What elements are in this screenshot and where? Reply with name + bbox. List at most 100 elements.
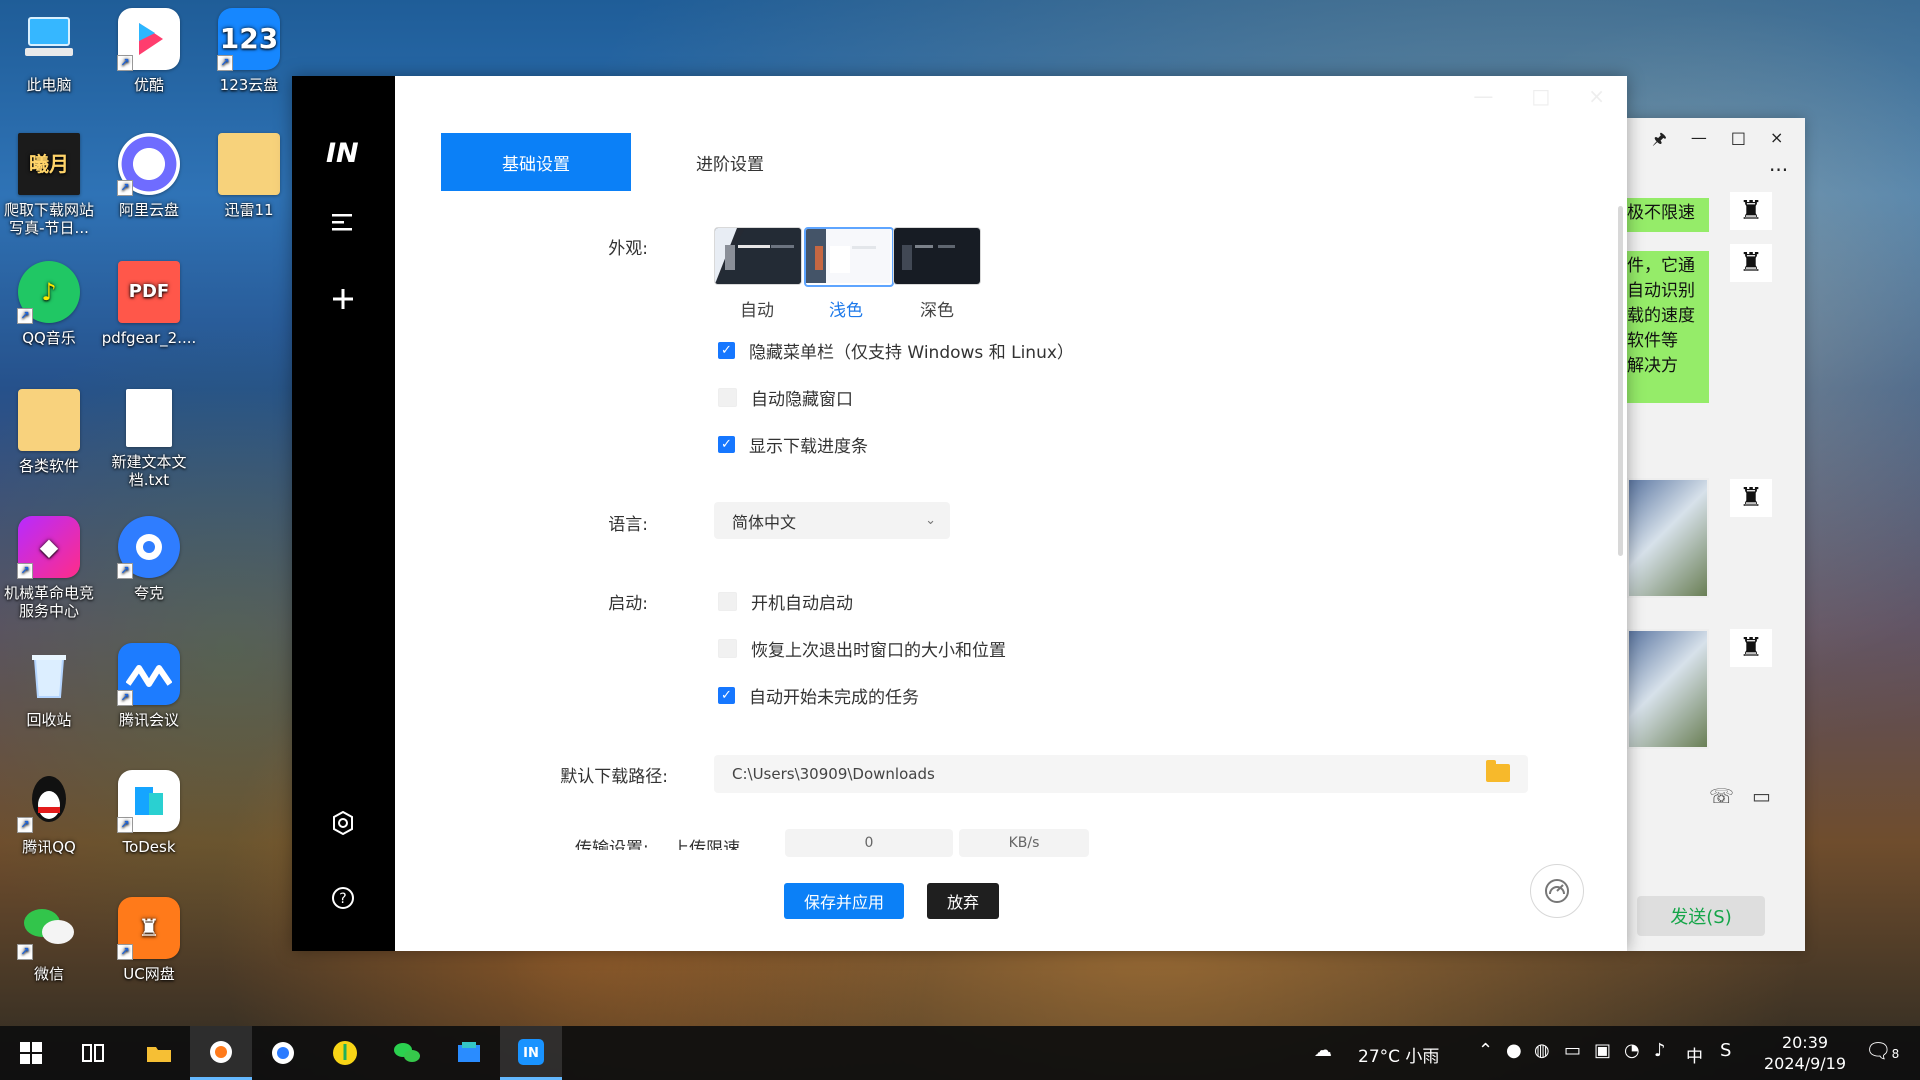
taskbar-clock[interactable]: 20:39 2024/9/19 xyxy=(1764,1032,1846,1074)
settings-content: — □ × 基础设置 进阶设置 外观: 自动 浅色 深色 ✓ 隐藏菜单栏（仅支持… xyxy=(395,76,1627,951)
checkbox-checked-icon[interactable]: ✓ xyxy=(718,436,735,453)
help-icon[interactable]: ? xyxy=(326,881,360,915)
maximize-icon[interactable]: □ xyxy=(1531,84,1550,108)
chat-image-thumbnail[interactable] xyxy=(1627,478,1709,598)
theme-dark-card[interactable] xyxy=(893,227,981,285)
desktop-icon-new-text[interactable]: 新建文本文档.txt xyxy=(97,389,201,489)
auto-hide-window-option[interactable]: 自动隐藏窗口 xyxy=(718,385,853,410)
desktop-icon-software[interactable]: 各类软件 xyxy=(0,389,101,475)
crawler-icon: 曦月 xyxy=(18,133,80,195)
menu-icon[interactable] xyxy=(326,205,360,239)
shortcut-arrow-icon: ↗ xyxy=(17,817,33,833)
qq-music-tray-icon[interactable]: ● xyxy=(1506,1040,1522,1061)
minimize-icon[interactable]: — xyxy=(1691,128,1707,155)
windows-start-icon[interactable] xyxy=(0,1026,62,1080)
desktop-icon-123cloud[interactable]: 123 ↗ 123云盘 xyxy=(197,8,301,94)
theme-light-card[interactable] xyxy=(804,227,894,287)
sogou-icon[interactable]: S xyxy=(1720,1040,1731,1061)
desktop-icon-xunlei[interactable]: 迅雷11 xyxy=(197,133,301,219)
auto-start-label: 开机自动启动 xyxy=(751,594,853,614)
tab-advanced-settings[interactable]: 进阶设置 xyxy=(635,133,825,191)
desktop-icon-youku[interactable]: ↗ 优酷 xyxy=(97,8,201,94)
discard-button[interactable]: 放弃 xyxy=(927,883,999,919)
phone-icon[interactable]: ☏ xyxy=(1709,784,1734,808)
language-select[interactable]: 简体中文 ⌄ xyxy=(714,502,950,539)
more-options-icon[interactable]: ··· xyxy=(1769,158,1788,182)
desktop-icon-pc[interactable]: 此电脑 xyxy=(0,8,101,94)
checkbox-checked-icon[interactable]: ✓ xyxy=(718,342,735,359)
desktop-icon-qq[interactable]: ↗ 腾讯QQ xyxy=(0,770,101,856)
wifi-icon[interactable]: ◔ xyxy=(1624,1040,1640,1061)
file-explorer-icon[interactable] xyxy=(128,1026,190,1080)
download-path-label: 默认下载路径: xyxy=(560,767,668,787)
desktop-icon-label: ToDesk xyxy=(122,838,176,856)
volume-icon[interactable]: ♪ xyxy=(1654,1040,1666,1061)
checkbox-unchecked-icon[interactable] xyxy=(718,388,737,407)
game-center-icon: ◆ ↗ xyxy=(17,516,80,579)
desktop-icon-label: 腾讯会议 xyxy=(118,711,179,729)
desktop-icon-revolution[interactable]: ◆ ↗ 机械革命电竞服务中心 xyxy=(0,516,101,620)
notification-center-icon[interactable]: 🗨8 xyxy=(1865,1039,1899,1064)
desktop-icon-ucpan[interactable]: ♜ ↗ UC网盘 xyxy=(97,897,201,983)
store-task-icon[interactable] xyxy=(438,1026,500,1080)
pin-icon[interactable]: 🖈 xyxy=(1652,128,1667,155)
upload-unit-select[interactable]: KB/s xyxy=(959,829,1089,857)
desktop-icon-todesk[interactable]: ↗ ToDesk xyxy=(97,770,201,856)
theme-auto-caption: 自动 xyxy=(740,301,774,321)
video-call-icon[interactable]: ▭ xyxy=(1752,784,1771,808)
upload-limit-input[interactable]: 0 xyxy=(785,829,953,857)
vertical-scrollbar[interactable] xyxy=(1618,206,1623,556)
desktop-icon-quark[interactable]: ↗ 夸克 xyxy=(97,516,201,602)
close-icon[interactable]: × xyxy=(1770,128,1783,155)
weather-cloud-icon[interactable]: ☁ xyxy=(1314,1040,1332,1061)
save-and-apply-button[interactable]: 保存并应用 xyxy=(784,883,904,919)
checkbox-unchecked-icon[interactable] xyxy=(718,639,737,658)
desktop-icon-crawler[interactable]: 曦月 爬取下载网站写真-节日... xyxy=(0,133,101,237)
send-button[interactable]: 发送(S) xyxy=(1637,896,1765,936)
task-view-icon[interactable] xyxy=(62,1026,124,1080)
minimize-icon[interactable]: — xyxy=(1473,84,1493,108)
input-method-indicator[interactable]: 中 xyxy=(1686,1042,1703,1067)
downloader-task-icon[interactable]: IN xyxy=(500,1026,562,1080)
aliyun-drive-task-icon[interactable] xyxy=(190,1026,252,1080)
theme-auto-card[interactable] xyxy=(714,227,802,285)
battery-icon[interactable]: ▭ xyxy=(1564,1040,1581,1061)
desktop-icon-qqmusic[interactable]: ♪ ↗ QQ音乐 xyxy=(0,261,101,347)
appearance-label: 外观: xyxy=(608,239,648,259)
speed-meter-icon[interactable] xyxy=(1530,864,1584,918)
close-icon[interactable]: × xyxy=(1588,84,1605,108)
tab-basic-settings[interactable]: 基础设置 xyxy=(441,133,631,191)
folder-icon[interactable] xyxy=(1486,760,1510,782)
qq-music-task-icon[interactable] xyxy=(314,1026,376,1080)
shortcut-arrow-icon: ↗ xyxy=(17,308,33,324)
shortcut-arrow-icon: ↗ xyxy=(117,563,133,579)
checkbox-checked-icon[interactable]: ✓ xyxy=(718,687,735,704)
upload-unit-value: KB/s xyxy=(1008,835,1040,851)
desktop-icon-tencent-meeting[interactable]: ↗ 腾讯会议 xyxy=(97,643,201,729)
download-path-field[interactable]: C:\Users\30909\Downloads xyxy=(714,755,1528,793)
show-progress-option[interactable]: ✓ 显示下载进度条 xyxy=(718,432,868,457)
chat-image-thumbnail[interactable] xyxy=(1627,629,1709,749)
add-icon[interactable] xyxy=(326,282,360,316)
checkbox-unchecked-icon[interactable] xyxy=(718,592,737,611)
svg-text:IN: IN xyxy=(523,1046,539,1061)
maximize-icon[interactable]: □ xyxy=(1731,128,1746,155)
wechat-tray-icon[interactable]: ◍ xyxy=(1534,1040,1550,1061)
settings-icon[interactable] xyxy=(326,806,360,840)
weather-text[interactable]: 27°C 小雨 xyxy=(1358,1042,1439,1067)
wechat-chat-window: 🖈 — □ × ··· 极不限速 ♜ 件，它通 自动识别 载的速度 软件等 解决… xyxy=(1627,118,1805,951)
resume-tasks-option[interactable]: ✓ 自动开始未完成的任务 xyxy=(718,683,919,708)
desktop-icon-pdfgear[interactable]: PDF pdfgear_2.... xyxy=(97,261,201,347)
quark-task-icon[interactable] xyxy=(252,1026,314,1080)
desktop-icon-recycle[interactable]: 回收站 xyxy=(0,643,101,729)
chevron-up-icon[interactable]: ⌃ xyxy=(1478,1040,1493,1061)
restore-window-option[interactable]: 恢复上次退出时窗口的大小和位置 xyxy=(718,636,1006,661)
desktop-icon-label: 优酷 xyxy=(133,76,164,94)
hide-menu-bar-option[interactable]: ✓ 隐藏菜单栏（仅支持 Windows 和 Linux） xyxy=(718,338,1074,363)
auto-start-option[interactable]: 开机自动启动 xyxy=(718,589,853,614)
desktop-icon-wechat[interactable]: ↗ 微信 xyxy=(0,897,101,983)
desktop-icon-aliyun[interactable]: ↗ 阿里云盘 xyxy=(97,133,201,219)
device-icon[interactable]: ▣ xyxy=(1594,1040,1611,1061)
wechat-task-icon[interactable] xyxy=(376,1026,438,1080)
chat-title-bar: 🖈 — □ × ··· xyxy=(1627,118,1805,190)
